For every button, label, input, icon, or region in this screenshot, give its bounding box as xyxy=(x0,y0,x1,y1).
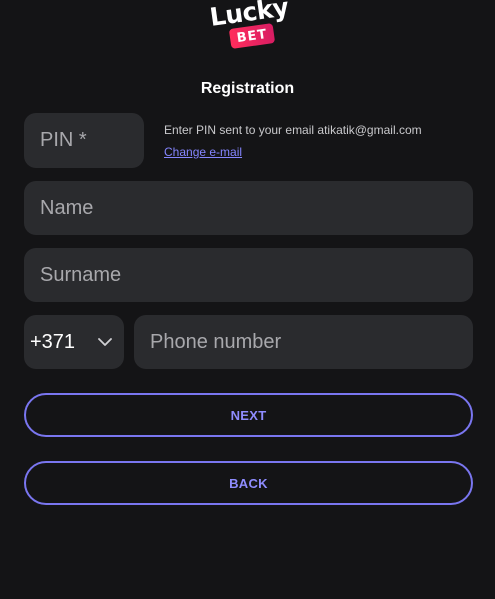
pin-hint-text: Enter PIN sent to your email atikatik@gm… xyxy=(164,123,422,137)
pin-placeholder: PIN * xyxy=(40,129,87,151)
chevron-down-icon xyxy=(98,337,112,347)
logo-badge-text: BET xyxy=(235,26,269,46)
phone-number-input[interactable]: Phone number xyxy=(134,315,473,369)
surname-input[interactable]: Surname xyxy=(24,248,473,302)
name-input[interactable]: Name xyxy=(24,181,473,235)
name-placeholder: Name xyxy=(40,196,94,219)
country-code-select[interactable]: +371 xyxy=(24,315,124,369)
phone-placeholder: Phone number xyxy=(150,330,282,353)
change-email-link[interactable]: Change e-mail xyxy=(164,145,242,159)
country-code-value: +371 xyxy=(30,330,76,353)
next-button[interactable]: NEXT xyxy=(24,393,473,437)
page-title: Registration xyxy=(200,80,295,97)
surname-placeholder: Surname xyxy=(40,263,122,286)
back-button[interactable]: BACK xyxy=(24,461,473,505)
lucky-bet-logo: Lucky BET xyxy=(208,0,292,54)
pin-input[interactable]: PIN * xyxy=(24,113,144,168)
